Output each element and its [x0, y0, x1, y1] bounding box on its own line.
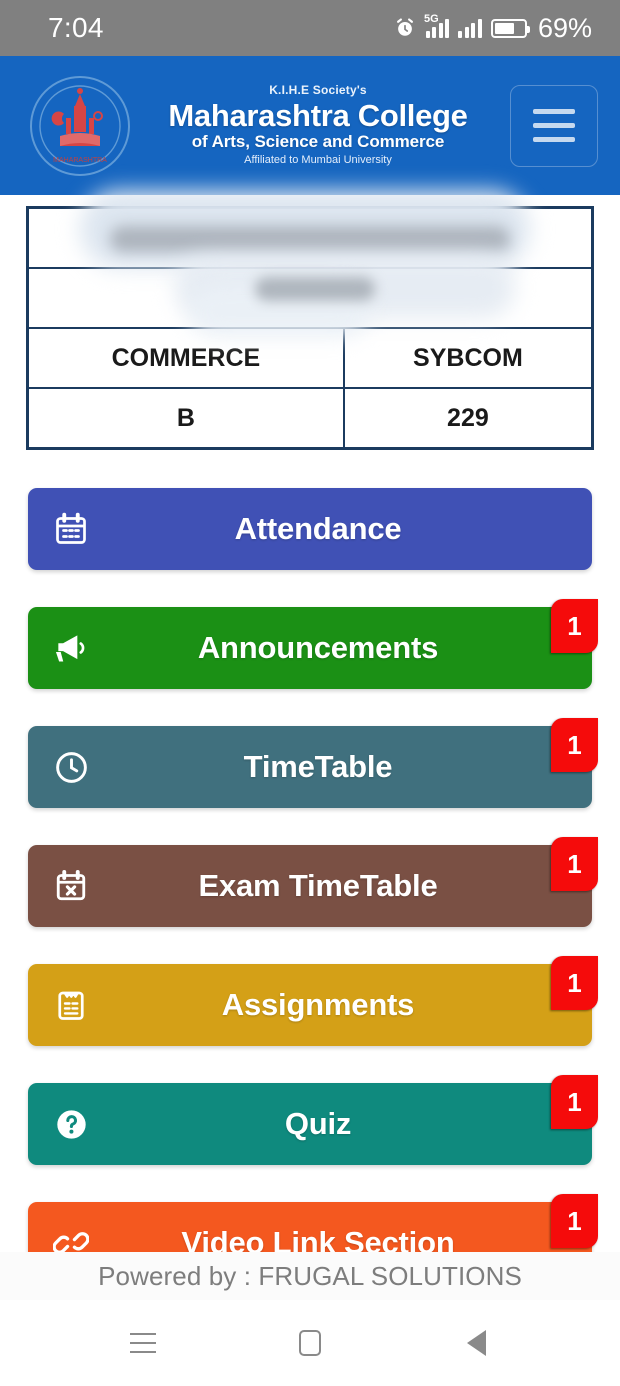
app-root: 7:04 5G 69% MAHARASHTRA K.I.H.E Society'… [0, 0, 620, 1386]
menu-item-label: Announcements [197, 630, 439, 665]
clipboard-list-icon [34, 987, 108, 1023]
menu-item-exam-timetable[interactable]: Exam TimeTable 1 [28, 837, 598, 927]
college-title-block: K.I.H.E Society's Maharashtra College of… [132, 82, 510, 168]
table-row [29, 209, 591, 269]
signal-icon [458, 18, 482, 38]
question-circle-icon [34, 1106, 108, 1143]
menu-item-label: TimeTable [243, 749, 393, 784]
roll-number-cell: 229 [447, 403, 489, 432]
division-cell: B [29, 389, 345, 447]
college-logo: MAHARASHTRA [28, 74, 132, 178]
menu-item-timetable[interactable]: TimeTable 1 [28, 718, 598, 808]
college-subtitle: of Arts, Science and Commerce [191, 132, 445, 152]
society-name: K.I.H.E Society's [269, 82, 367, 97]
battery-icon [490, 18, 530, 38]
menu-item-label: Assignments [221, 987, 415, 1022]
badge-count: 1 [551, 1075, 598, 1129]
back-icon[interactable] [437, 1313, 517, 1373]
menu-item-label: Quiz [284, 1106, 352, 1141]
stream-cell: COMMERCE [29, 329, 345, 387]
status-time: 7:04 [48, 12, 104, 43]
menu-item-label: Exam TimeTable [198, 868, 438, 903]
status-bar: 7:04 5G 69% [0, 0, 620, 56]
recents-icon[interactable] [103, 1313, 183, 1373]
app-header: MAHARASHTRA K.I.H.E Society's Maharashtr… [0, 56, 620, 195]
student-id-cell [29, 269, 591, 327]
student-name-cell [29, 209, 591, 267]
badge-count: 1 [551, 718, 598, 772]
powered-by-text: Powered by : FRUGAL SOLUTIONS [98, 1260, 522, 1291]
badge-count: 1 [551, 956, 598, 1010]
powered-by-bar: Powered by : FRUGAL SOLUTIONS [0, 1252, 620, 1300]
battery-percent: 69% [537, 12, 592, 43]
network-type-label: 5G [423, 13, 439, 25]
college-name: Maharashtra College [168, 97, 468, 133]
svg-text:MAHARASHTRA: MAHARASHTRA [53, 157, 107, 164]
main-menu-list: Attendance Announcements 1 TimeTable 1 E… [0, 488, 620, 1321]
table-row [29, 269, 591, 329]
badge-count: 1 [551, 1194, 598, 1248]
table-row: B 229 [29, 389, 591, 447]
table-row: COMMERCE SYBCOM [29, 329, 591, 389]
megaphone-icon [34, 629, 108, 667]
calendar-icon [34, 511, 108, 547]
android-nav-bar [0, 1300, 620, 1386]
course-cell: SYBCOM [413, 343, 523, 372]
college-affiliation: Affiliated to Mumbai University [244, 154, 392, 167]
home-icon[interactable] [270, 1313, 350, 1373]
menu-item-assignments[interactable]: Assignments 1 [28, 956, 598, 1046]
badge-count: 1 [551, 599, 598, 653]
badge-count: 1 [551, 837, 598, 891]
status-icons: 5G 69% [394, 13, 592, 44]
menu-item-announcements[interactable]: Announcements 1 [28, 599, 598, 689]
hamburger-menu-icon[interactable] [510, 84, 598, 167]
clock-icon [34, 749, 108, 786]
alarm-icon [396, 18, 413, 36]
menu-item-label: Attendance [234, 511, 402, 546]
student-info-table: COMMERCE SYBCOM B 229 [26, 206, 594, 450]
menu-item-attendance[interactable]: Attendance [28, 488, 592, 570]
signal-5g-icon: 5G [424, 14, 450, 38]
calendar-x-icon [34, 868, 108, 904]
menu-item-quiz[interactable]: Quiz 1 [28, 1075, 598, 1165]
